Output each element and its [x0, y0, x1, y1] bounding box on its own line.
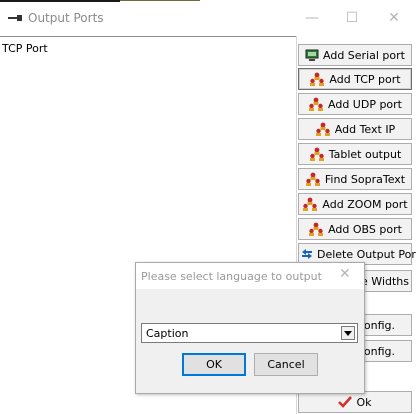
add-serial-port-label: Add Serial port — [323, 48, 405, 62]
language-select-dialog: Please select language to output ✕ Capti… — [135, 262, 365, 394]
network-people-icon — [309, 147, 324, 161]
language-select[interactable]: Caption — [141, 323, 358, 343]
maximize-icon: ☐ — [345, 10, 359, 26]
add-zoom-port-label: Add ZOOM port — [322, 197, 408, 211]
language-select-value: Caption — [146, 327, 189, 340]
list-item[interactable]: TCP Port — [2, 42, 48, 55]
dialog-ok-button[interactable]: OK — [182, 353, 246, 376]
close-icon: ✕ — [339, 266, 351, 282]
top-edge-line — [0, 0, 120, 2]
close-button[interactable]: ✕ — [374, 6, 414, 30]
monitor-icon — [305, 49, 319, 61]
find-sopratext-label: Find SopraText — [324, 172, 406, 186]
close-icon: ✕ — [388, 10, 400, 26]
dialog-close-button[interactable]: ✕ — [339, 266, 351, 282]
checkmark-icon — [338, 396, 353, 408]
add-tcp-port-button[interactable]: Add TCP port — [298, 68, 412, 90]
network-people-icon — [315, 122, 330, 136]
tablet-output-label: Tablet output — [328, 147, 402, 161]
minimize-button[interactable]: — — [292, 6, 332, 30]
chevron-down-icon — [344, 330, 352, 336]
add-text-ip-label: Add Text IP — [334, 122, 396, 136]
app-icon — [8, 15, 22, 21]
dialog-title: Please select language to output — [141, 270, 322, 283]
dialog-cancel-button[interactable]: Cancel — [254, 353, 318, 376]
network-people-icon — [309, 97, 323, 111]
add-udp-port-label: Add UDP port — [328, 97, 402, 111]
tablet-output-button[interactable]: Tablet output — [298, 143, 412, 165]
maximize-button[interactable]: ☐ — [332, 6, 372, 30]
delete-output-port-label: Delete Output Port — [317, 247, 416, 261]
network-people-icon — [305, 172, 320, 186]
add-zoom-port-button[interactable]: Add ZOOM port — [298, 193, 412, 215]
add-udp-port-button[interactable]: Add UDP port — [298, 93, 412, 115]
network-people-icon — [309, 222, 324, 236]
network-people-icon — [303, 197, 318, 211]
add-tcp-port-label: Add TCP port — [329, 72, 401, 86]
add-obs-port-button[interactable]: Add OBS port — [298, 218, 412, 240]
add-text-ip-button[interactable]: Add Text IP — [298, 118, 412, 140]
minimize-icon: — — [305, 10, 319, 26]
dropdown-arrow-button[interactable] — [341, 326, 355, 340]
ok-label: Ok — [356, 395, 372, 409]
add-serial-port-button[interactable]: Add Serial port — [298, 44, 412, 66]
arrows-icon — [302, 249, 312, 259]
find-sopratext-button[interactable]: Find SopraText — [298, 168, 412, 190]
network-people-icon — [310, 72, 325, 86]
dialog-cancel-label: Cancel — [267, 358, 305, 371]
top-edge-line-accent — [120, 0, 200, 1]
ok-button[interactable]: Ok — [298, 391, 412, 413]
dialog-ok-label: OK — [206, 358, 222, 371]
add-obs-port-label: Add OBS port — [328, 222, 402, 236]
window-title: Output Ports — [28, 11, 104, 25]
